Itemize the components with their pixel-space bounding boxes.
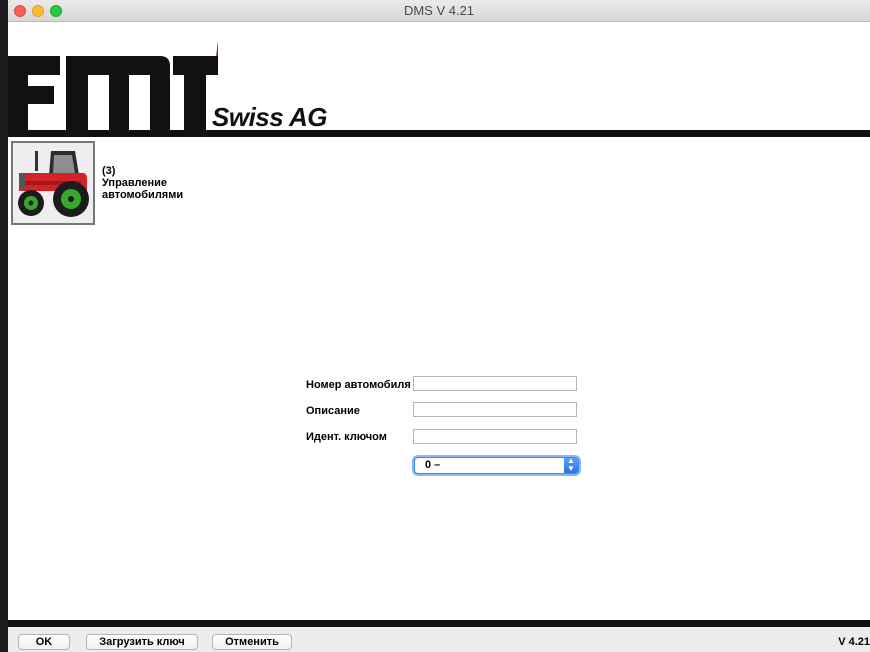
title-bar[interactable]: DMS V 4.21 xyxy=(8,0,870,22)
key-id-input[interactable] xyxy=(413,429,577,444)
company-logo xyxy=(8,40,218,130)
tile-caption: (3) Управление автомобилями xyxy=(102,165,222,201)
load-key-button[interactable]: Загрузить ключ xyxy=(86,634,198,650)
tile-caption-line2: автомобилями xyxy=(102,189,184,201)
logo-letter-f xyxy=(8,56,60,130)
logo-accent xyxy=(216,40,218,57)
app-window: DMS V 4.21 Swiss AG (3) Управление автом… xyxy=(8,0,870,652)
logo-subtitle: Swiss AG xyxy=(212,102,327,132)
vehicle-management-tile[interactable] xyxy=(11,141,95,225)
window-title: DMS V 4.21 xyxy=(403,3,475,18)
header-banner: Swiss AG xyxy=(8,22,870,132)
key-id-label: Идент. ключом xyxy=(306,431,387,443)
tile-count: (3) xyxy=(102,165,116,177)
version-label: V 4.21 xyxy=(838,636,870,648)
key-select-dropdown[interactable]: 0 – ▲ ▼ xyxy=(414,457,579,474)
logo-letter-m xyxy=(66,56,170,130)
tractor-icon xyxy=(13,143,93,223)
vehicle-number-label: Номер автомобиля xyxy=(306,379,411,391)
header-divider xyxy=(8,130,870,137)
select-arrows-icon[interactable]: ▲ ▼ xyxy=(564,457,578,473)
footer-bar: OK Загрузить ключ Отменить V 4.21 xyxy=(8,627,870,652)
description-label: Описание xyxy=(306,405,360,417)
footer-divider xyxy=(8,620,870,627)
main-content: (3) Управление автомобилями Номер автомо… xyxy=(8,137,870,620)
vehicle-number-input[interactable] xyxy=(413,376,577,391)
key-select-value: 0 – xyxy=(425,459,441,471)
description-input[interactable] xyxy=(413,402,577,417)
ok-button[interactable]: OK xyxy=(18,634,70,650)
tile-caption-line1: Управление xyxy=(102,177,168,189)
cancel-button[interactable]: Отменить xyxy=(212,634,292,650)
